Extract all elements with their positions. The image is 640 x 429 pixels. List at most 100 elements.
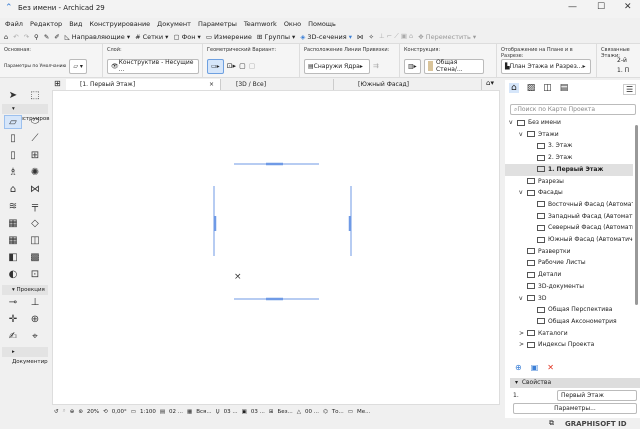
tree-item[interactable]: 1. Первый Этаж [505, 163, 633, 176]
curtain-wall-tool-icon[interactable]: ▦ [4, 217, 22, 231]
structure-select[interactable]: 00 ... [305, 409, 319, 415]
menu-document[interactable]: Документ [157, 20, 191, 28]
linked-bottom-story[interactable]: 1. П [617, 67, 629, 74]
tab-menu-icon[interactable]: ⌂▾ [486, 79, 494, 87]
menu-help[interactable]: Помощь [308, 20, 336, 28]
interior-elevation-tool-icon[interactable]: ✛ [4, 313, 22, 327]
scale-select[interactable]: 1:100 [140, 409, 156, 415]
sections3d-button[interactable]: ◈ 3D-сечения ▾ [300, 33, 352, 41]
menu-window[interactable]: Окно [284, 20, 301, 28]
section-projection[interactable]: ▾ Проекция [2, 285, 48, 295]
tree-item[interactable]: v 3D [505, 293, 633, 305]
override-select[interactable]: 03 ... [251, 409, 265, 415]
wall-shape-button[interactable]: ▱ ▾ [69, 58, 87, 74]
expand-toggle-icon[interactable]: > [519, 328, 527, 340]
geometry-straight-button[interactable]: ▭▸ [207, 58, 224, 74]
move-button[interactable]: ✥ Переместить ▾ [418, 33, 476, 41]
tree-scrollbar[interactable] [635, 125, 638, 305]
wall-tool-icon[interactable]: ▱ [4, 115, 22, 129]
menu-view[interactable]: Вид [69, 20, 82, 28]
geometry-trapezoid-button[interactable]: ⊡▸ [227, 62, 236, 70]
pick-icon[interactable]: ⚲ [34, 33, 39, 41]
tab-south-elevation[interactable]: [Южный Фасад] [344, 79, 482, 90]
parameters-button[interactable]: Параметры... [513, 403, 637, 414]
tree-item[interactable]: Рабочие Листы [505, 257, 633, 269]
expand-toggle-icon[interactable]: > [519, 339, 527, 350]
menu-design[interactable]: Конструирование [89, 20, 150, 28]
composite-select[interactable]: Общая Стена/... [423, 58, 484, 74]
close-button[interactable]: ✕ [624, 2, 632, 12]
clone-icon[interactable]: ▣ [531, 363, 539, 372]
guides-button[interactable]: ◺ Направляющие ▾ [65, 33, 130, 41]
section-document[interactable]: ▸ Документир [2, 347, 48, 365]
maximize-button[interactable]: ☐ [597, 2, 605, 12]
publisher-tab-icon[interactable]: ▤ [560, 83, 569, 93]
graphisoft-id[interactable]: GRAPHISOFT ID [565, 420, 627, 428]
camera-tool-icon[interactable]: ⌖ [26, 330, 44, 344]
layer-select[interactable]: 👁 Конструктив - Несущие ... [107, 58, 199, 74]
tree-item[interactable]: v Без имени [505, 117, 633, 129]
tree-item[interactable]: 3D-документы [505, 281, 633, 293]
pen-set-select[interactable]: Вся... [196, 409, 211, 415]
menu-options[interactable]: Параметры [198, 20, 237, 28]
trim-icon[interactable]: ⋈ [357, 33, 364, 41]
tree-item[interactable]: Северный Фасад (Автоматиче [505, 222, 633, 234]
delete-icon[interactable]: ✕ [547, 363, 554, 372]
magic-icon[interactable]: ✧ [369, 33, 374, 41]
tree-item[interactable]: Южный Фасад (Автоматическ [505, 234, 633, 246]
layer-combo-select[interactable]: 02 ... [169, 409, 183, 415]
property-name-field[interactable]: Первый Этаж [557, 390, 637, 401]
door-tool-icon[interactable]: ▯ [4, 149, 22, 163]
elevation-tool-icon[interactable]: ⊥ [26, 296, 44, 310]
new-view-icon[interactable]: ⊕ [515, 363, 522, 372]
grids-button[interactable]: # Сетки ▾ [135, 33, 168, 41]
tab-close-icon[interactable]: × [209, 81, 214, 88]
windows-icon[interactable]: ⧉ [549, 419, 554, 428]
tab-3d[interactable]: [3D / Все] [222, 79, 334, 90]
structure-type-button[interactable]: ▥▸ [404, 58, 421, 74]
marquee-tool-icon[interactable]: ⬚ [26, 89, 44, 103]
wall-end-tool-icon[interactable]: ⊡ [26, 268, 44, 282]
tree-item[interactable]: 3. Этаж [505, 140, 633, 152]
opening-tool-icon[interactable]: ◧ [4, 251, 22, 265]
railing-tool-icon[interactable]: ╤ [26, 200, 44, 214]
lamp-tool-icon[interactable]: ✺ [26, 166, 44, 180]
tree-item[interactable]: Детали [505, 269, 633, 281]
model-view-select[interactable]: 03 ... [224, 409, 238, 415]
markup-select[interactable]: Ме... [357, 409, 370, 415]
morph-tool-icon[interactable]: ◇ [26, 217, 44, 231]
zoom-back-icon[interactable]: ↺ [54, 409, 59, 415]
menu-edit[interactable]: Редактор [30, 20, 62, 28]
expand-toggle-icon[interactable]: v [519, 129, 527, 141]
background-button[interactable]: ▢ Фон ▾ [173, 33, 200, 41]
detail-tool-icon[interactable]: ⊕ [26, 313, 44, 327]
shell-tool-icon[interactable]: ⋈ [26, 183, 44, 197]
tree-item[interactable]: Западный Фасад (Автоматиче [505, 211, 633, 223]
dimension-select[interactable]: То... [332, 409, 344, 415]
worksheet-tool-icon[interactable]: ✍ [4, 330, 22, 344]
geometry-curved-button[interactable]: ▢ [249, 62, 256, 70]
slab-tool-icon[interactable]: ⬭ [26, 115, 44, 129]
object-tool-icon[interactable]: ♗ [4, 166, 22, 180]
stair-tool-icon[interactable]: ≋ [4, 200, 22, 214]
tab-overview-icon[interactable]: ⊞ [54, 79, 61, 88]
navigator-search-input[interactable]: ⌕ Поиск по Карте Проекта [510, 104, 636, 115]
drawing-canvas[interactable]: × [52, 90, 500, 405]
minimize-button[interactable]: — [568, 2, 577, 12]
tree-item[interactable]: 2. Этаж [505, 152, 633, 164]
beam-tool-icon[interactable]: ⟋ [26, 132, 44, 146]
flip-icon[interactable]: ⇉ [373, 62, 379, 70]
tree-item[interactable]: Разрезы [505, 176, 633, 188]
project-map-tab-icon[interactable]: ⌂ [509, 83, 519, 93]
tree-item[interactable]: v Фасады [505, 187, 633, 199]
expand-toggle-icon[interactable]: v [519, 187, 527, 199]
align-icon[interactable]: ⊥ ⌐ ⟋ ▣ ⌂ [379, 32, 413, 41]
zoom-select[interactable]: 20% [87, 409, 99, 415]
tree-item[interactable]: > Каталоги [505, 328, 633, 340]
tree-item[interactable]: Развертки [505, 246, 633, 258]
syringe-icon[interactable]: ✐ [54, 33, 59, 41]
properties-header[interactable]: ▾ Свойства [510, 378, 640, 388]
zoom-forward-icon[interactable]: ⌕ [63, 408, 66, 415]
skylight-tool-icon[interactable]: ◫ [26, 234, 44, 248]
roof-tool-icon[interactable]: ⌂ [4, 183, 22, 197]
